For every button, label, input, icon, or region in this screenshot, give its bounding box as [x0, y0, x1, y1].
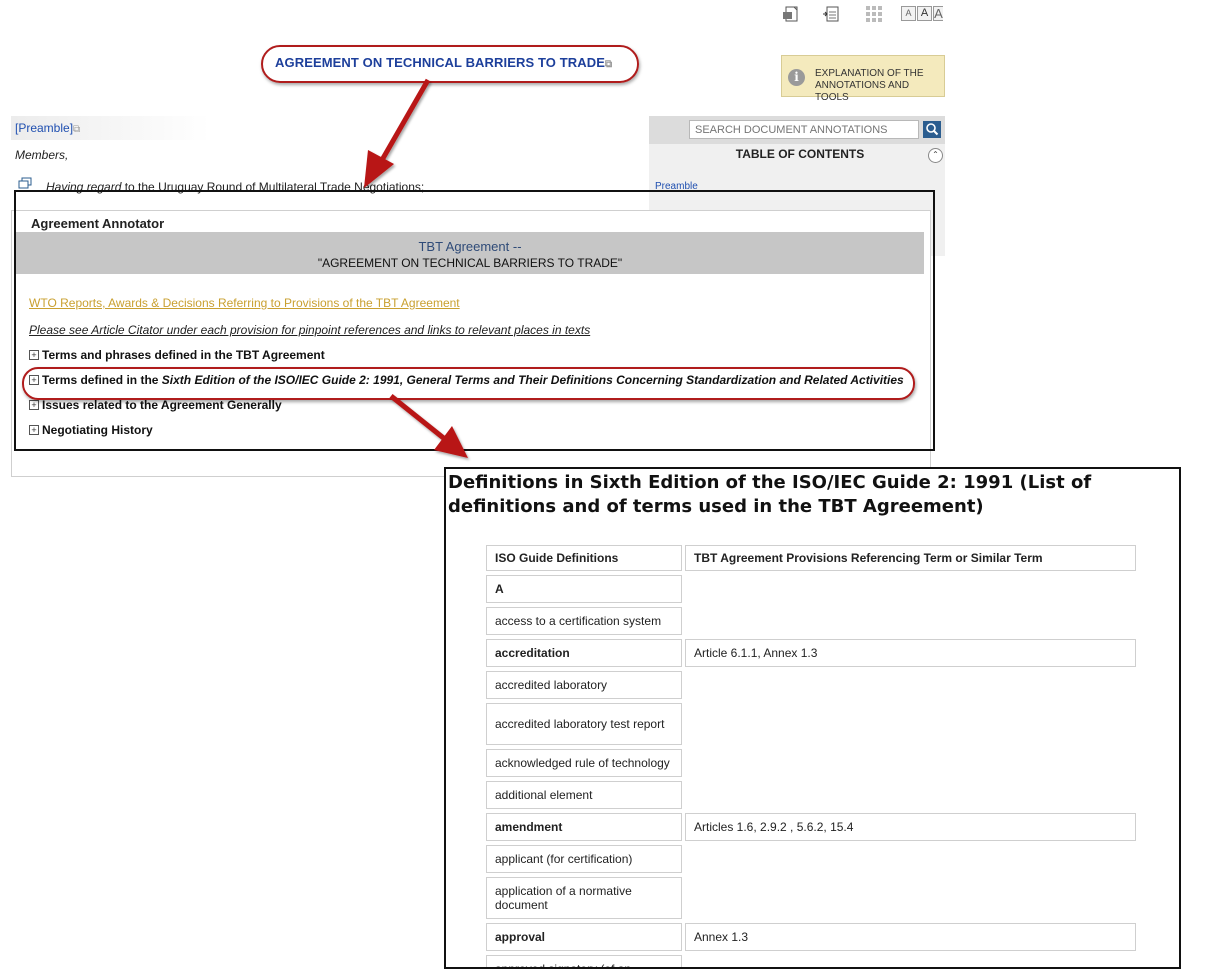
- definition-term-cell: applicant (for certification): [486, 845, 682, 873]
- annotator-header: TBT Agreement -- "AGREEMENT ON TECHNICAL…: [16, 232, 924, 274]
- table-row: acknowledged rule of technology: [486, 749, 1136, 777]
- definition-term-cell: approval: [486, 923, 682, 951]
- definitions-title: Definitions in Sixth Edition of the ISO/…: [448, 472, 1092, 517]
- definition-term-cell: accreditation: [486, 639, 682, 667]
- definition-term-cell: access to a certification system: [486, 607, 682, 635]
- provisions-cell: [685, 955, 1136, 967]
- agreement-title-link[interactable]: AGREEMENT ON TECHNICAL BARRIERS TO TRADE…: [275, 55, 612, 70]
- provisions-cell: Annex 1.3: [685, 923, 1136, 951]
- toc-title: TABLE OF CONTENTS: [735, 147, 865, 161]
- explanation-line-1: EXPLANATION OF THE: [815, 68, 924, 79]
- provisions-cell: [685, 703, 1136, 745]
- citator-note: Please see Article Citator under each pr…: [29, 323, 591, 337]
- explanation-button[interactable]: i EXPLANATION OF THE ANNOTATIONS AND TOO…: [781, 55, 945, 103]
- definitions-table: ISO Guide Definitions TBT Agreement Prov…: [483, 541, 1139, 967]
- definition-term-cell: A: [486, 575, 682, 603]
- annotator-header-line2: "AGREEMENT ON TECHNICAL BARRIERS TO TRAD…: [317, 256, 623, 270]
- search-annotations-input[interactable]: [689, 120, 919, 139]
- provisions-cell: [685, 781, 1136, 809]
- provisions-cell: Article 6.1.1, Annex 1.3: [685, 639, 1136, 667]
- definition-term-cell: accredited laboratory test report: [486, 703, 682, 745]
- agreement-title-text: AGREEMENT ON TECHNICAL BARRIERS TO TRADE: [275, 55, 605, 70]
- tree-item-tbt-terms[interactable]: + Terms and phrases defined in the TBT Ag…: [29, 348, 325, 362]
- table-row: approved signatory (of an accredited lab…: [486, 955, 1136, 967]
- table-row: accredited laboratory: [486, 671, 1136, 699]
- preamble-link-text: [Preamble]: [15, 121, 74, 135]
- font-size-icon[interactable]: A A A: [901, 6, 943, 21]
- search-icon: [926, 123, 939, 136]
- tree-item-label: Terms and phrases defined in the TBT Agr…: [42, 348, 325, 362]
- members-text: Members,: [15, 148, 69, 162]
- external-link-icon: ⧉: [73, 124, 81, 135]
- table-row: approval Annex 1.3: [486, 923, 1136, 951]
- tree-item-label: Negotiating History: [42, 423, 153, 437]
- annotator-header-line1: TBT Agreement --: [418, 239, 522, 254]
- expand-icon[interactable]: +: [29, 425, 39, 435]
- document-icon[interactable]: [822, 5, 840, 23]
- arrow-to-annotator: [364, 78, 431, 188]
- external-link-icon: ⧉: [604, 59, 613, 70]
- definition-term-cell: accredited laboratory: [486, 671, 682, 699]
- table-row: applicant (for certification): [486, 845, 1136, 873]
- expand-icon[interactable]: +: [29, 400, 39, 410]
- provisions-cell: [685, 749, 1136, 777]
- provisions-cell: Articles 1.6, 2.9.2 , 5.6.2, 15.4: [685, 813, 1136, 841]
- table-row: accreditation Article 6.1.1, Annex 1.3: [486, 639, 1136, 667]
- table-row: accredited laboratory test report: [486, 703, 1136, 745]
- definition-term-cell: additional element: [486, 781, 682, 809]
- expand-icon[interactable]: +: [29, 350, 39, 360]
- preamble-link[interactable]: [Preamble]⧉: [15, 121, 80, 135]
- collapse-up-icon[interactable]: ⌃: [928, 148, 943, 163]
- provisions-cell: [685, 671, 1136, 699]
- annotator-label: Agreement Annotator: [29, 216, 167, 231]
- table-row: additional element: [486, 781, 1136, 809]
- iso-terms-highlight-oval: [22, 367, 915, 400]
- provisions-cell: [685, 607, 1136, 635]
- table-row: access to a certification system: [486, 607, 1136, 635]
- column-header: ISO Guide Definitions: [486, 545, 682, 571]
- provisions-cell: [685, 575, 1136, 603]
- font-medium-button[interactable]: A: [917, 6, 932, 21]
- pdf-icon[interactable]: [782, 5, 800, 23]
- table-header-row: ISO Guide Definitions TBT Agreement Prov…: [486, 545, 1136, 571]
- table-row: amendment Articles 1.6, 2.9.2 , 5.6.2, 15…: [486, 813, 1136, 841]
- popup-icon[interactable]: [18, 177, 32, 189]
- wto-reports-link[interactable]: WTO Reports, Awards & Decisions Referrin…: [29, 296, 460, 310]
- definition-term-cell: application of a normative document: [486, 877, 682, 919]
- table-row: A: [486, 575, 1136, 603]
- grid-icon[interactable]: [865, 5, 883, 23]
- tree-item-issues[interactable]: + Issues related to the Agreement General…: [29, 398, 282, 412]
- column-header: TBT Agreement Provisions Referencing Ter…: [685, 545, 1136, 571]
- explanation-line-2: ANNOTATIONS AND TOOLS: [815, 80, 910, 103]
- definitions-panel: Definitions in Sixth Edition of the ISO/…: [444, 467, 1181, 969]
- provisions-cell: [685, 877, 1136, 919]
- tree-item-negotiating-history[interactable]: + Negotiating History: [29, 423, 153, 437]
- font-small-button[interactable]: A: [901, 6, 916, 21]
- font-large-button[interactable]: A: [933, 6, 943, 21]
- explanation-label: EXPLANATION OF THE ANNOTATIONS AND TOOLS: [815, 68, 944, 104]
- table-row: application of a normative document: [486, 877, 1136, 919]
- provisions-cell: [685, 845, 1136, 873]
- definition-term-cell: approved signatory (of an accredited lab…: [486, 955, 682, 967]
- search-button[interactable]: [923, 121, 941, 138]
- definition-term-cell: amendment: [486, 813, 682, 841]
- info-icon: i: [788, 69, 805, 86]
- tree-item-label: Issues related to the Agreement Generall…: [42, 398, 282, 412]
- definition-term-cell: acknowledged rule of technology: [486, 749, 682, 777]
